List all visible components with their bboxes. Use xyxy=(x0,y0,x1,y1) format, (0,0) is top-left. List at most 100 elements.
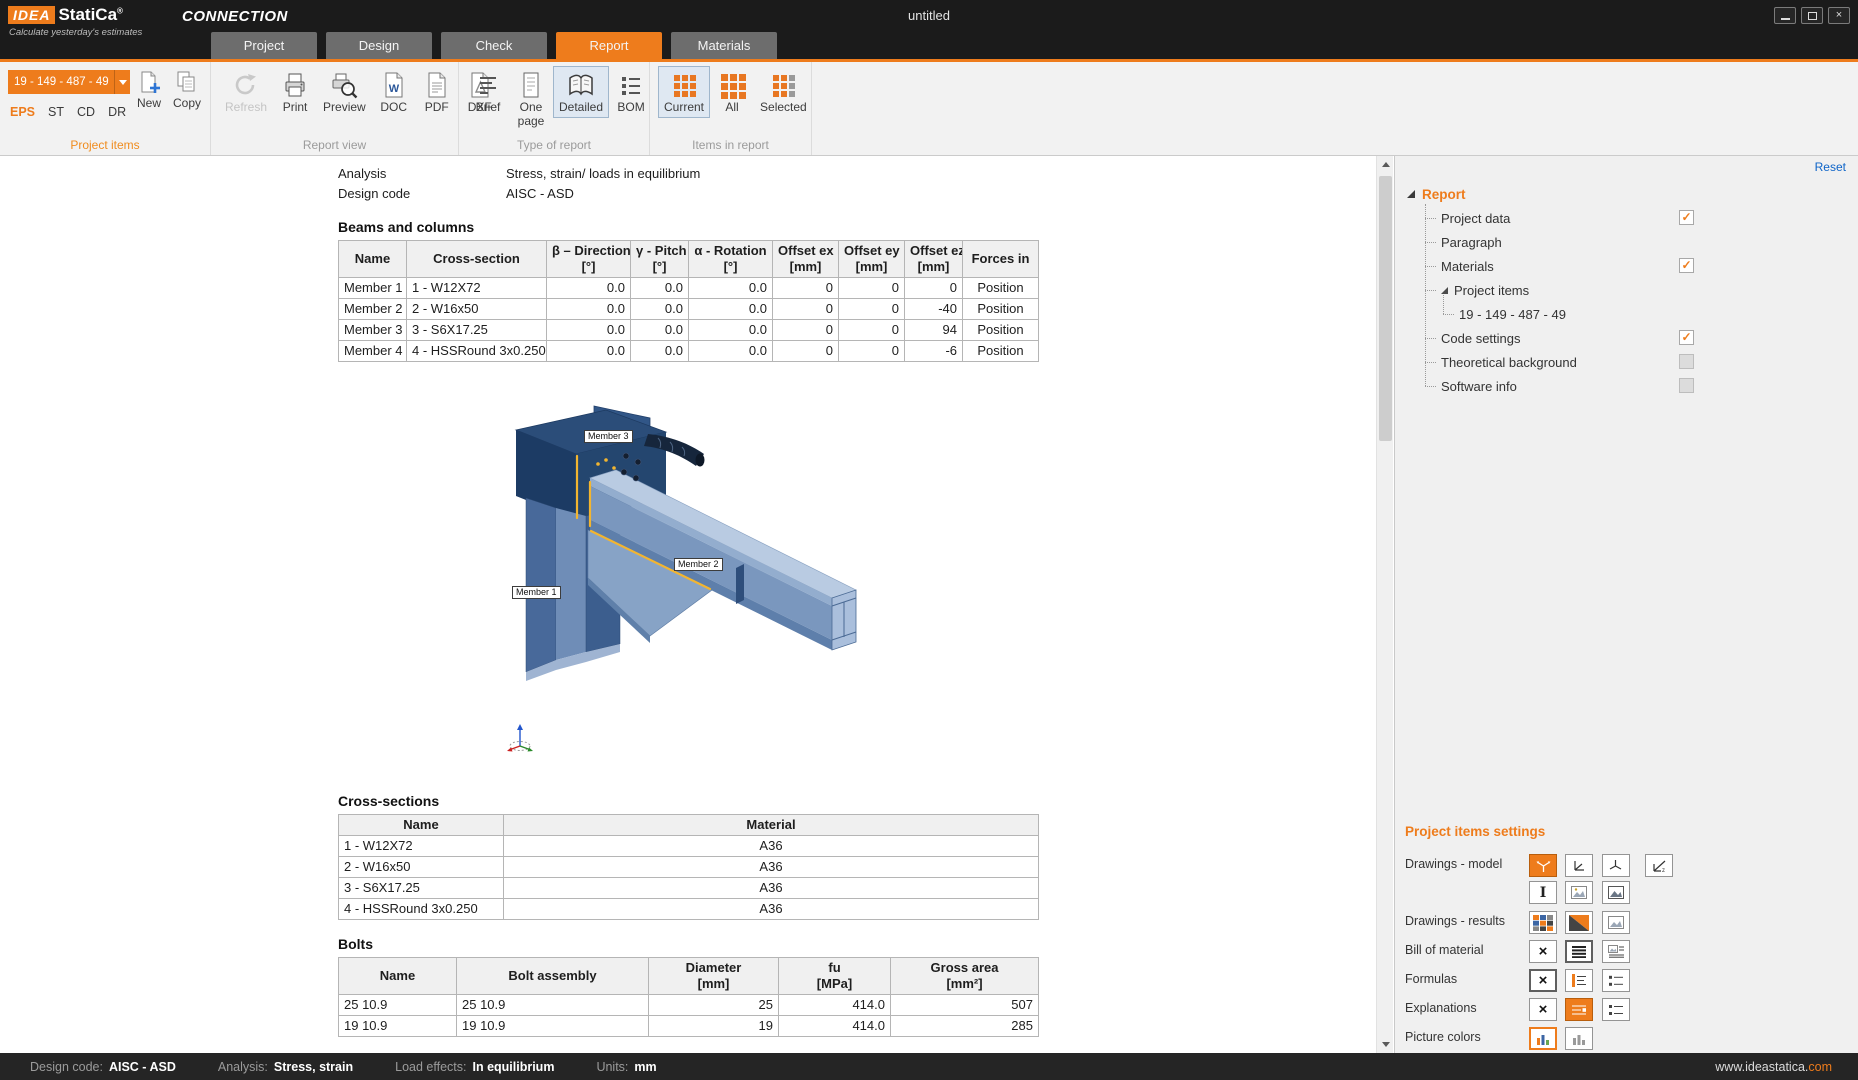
checkbox-checked-icon[interactable] xyxy=(1679,210,1694,225)
preview-button[interactable]: Preview xyxy=(317,66,372,118)
preview-icon xyxy=(329,70,359,100)
colors-chart-gray-icon[interactable] xyxy=(1565,1027,1593,1050)
cell: 0 xyxy=(773,320,839,341)
tab-report[interactable]: Report xyxy=(556,32,662,59)
formulas-short-icon[interactable] xyxy=(1565,969,1593,992)
picture-large-icon[interactable] xyxy=(1602,881,1630,904)
selected-button[interactable]: Selected xyxy=(754,66,813,118)
table-header-row: Name Bolt assembly Diameter[mm] fu[MPa] … xyxy=(339,958,1039,995)
table-row: Member 3 3 - S6X17.25 0.0 0.0 0.0 0 0 94… xyxy=(339,320,1039,341)
cell: 25 10.9 xyxy=(457,995,649,1016)
tree-item-project-items[interactable]: Project items xyxy=(1421,278,1848,302)
reset-link[interactable]: Reset xyxy=(1815,160,1846,174)
table-row: Member 1 1 - W12X72 0.0 0.0 0.0 0 0 0 Po… xyxy=(339,278,1039,299)
cell: Member 4 xyxy=(339,341,407,362)
tab-materials[interactable]: Materials xyxy=(671,32,777,59)
all-button[interactable]: All xyxy=(711,66,753,118)
mode-cd[interactable]: CD xyxy=(77,105,95,119)
cell: 25 xyxy=(649,995,779,1016)
new-document-icon xyxy=(136,69,162,95)
group-project-items: 19 - 149 - 487 - 49 EPS ST CD DR New Cop… xyxy=(0,62,211,155)
mode-dr[interactable]: DR xyxy=(108,105,126,119)
model-view-iso-icon[interactable]: z xyxy=(1645,854,1673,877)
new-button[interactable]: New xyxy=(132,69,166,110)
minimize-icon[interactable] xyxy=(1774,7,1796,24)
explanations-none-icon[interactable]: × xyxy=(1529,998,1557,1021)
all-icon xyxy=(717,70,747,100)
member-label: Member 2 xyxy=(674,558,723,571)
expander-icon[interactable] xyxy=(1407,190,1415,198)
group-type-of-report: Brief One page Detailed BOM Type of repo… xyxy=(459,62,650,155)
tab-check[interactable]: Check xyxy=(441,32,547,59)
checkbox-checked-icon[interactable] xyxy=(1679,330,1694,345)
print-icon xyxy=(280,70,310,100)
tree-item-paragraph[interactable]: Paragraph xyxy=(1421,230,1848,254)
brief-button[interactable]: Brief xyxy=(467,66,509,118)
cell: 0.0 xyxy=(631,320,689,341)
one-page-button[interactable]: One page xyxy=(510,66,552,132)
scroll-up-icon[interactable] xyxy=(1377,156,1394,173)
report-scrollbar[interactable] xyxy=(1376,156,1393,1053)
project-item-selector[interactable]: 19 - 149 - 487 - 49 xyxy=(8,70,130,94)
doc-button[interactable]: W DOC xyxy=(373,66,415,118)
tree-item-theoretical-background[interactable]: Theoretical background xyxy=(1421,350,1848,374)
steel-connection-rendering xyxy=(498,400,898,763)
table-row: 3 - S6X17.25A36 xyxy=(339,878,1039,899)
refresh-button[interactable]: Refresh xyxy=(219,66,273,118)
bom-button[interactable]: BOM xyxy=(610,66,652,118)
model-view-top-icon[interactable] xyxy=(1602,854,1630,877)
table-row: 25 10.9 25 10.9 25 414.0 507 xyxy=(339,995,1039,1016)
app-window: IDEA StatiCa® Calculate yesterday's esti… xyxy=(0,0,1858,1080)
info-label: Design code xyxy=(338,186,506,201)
copy-button[interactable]: Copy xyxy=(170,69,204,110)
project-items-settings-heading: Project items settings xyxy=(1405,824,1545,839)
tab-design[interactable]: Design xyxy=(326,32,432,59)
results-split-icon[interactable] xyxy=(1565,911,1593,934)
explanations-list-icon[interactable] xyxy=(1602,998,1630,1021)
bom-none-icon[interactable]: × xyxy=(1529,940,1557,963)
formulas-none-icon[interactable]: × xyxy=(1529,969,1557,992)
tree-item-report[interactable]: Report xyxy=(1407,182,1848,206)
dimension-lines-icon[interactable]: I xyxy=(1529,881,1557,904)
col-header: Name xyxy=(339,241,407,278)
app-tagline: Calculate yesterday's estimates xyxy=(9,27,142,38)
results-picture-icon[interactable] xyxy=(1602,911,1630,934)
tree-item-project-data[interactable]: Project data xyxy=(1421,206,1848,230)
bom-picture-list-icon[interactable] xyxy=(1602,940,1630,963)
tab-project[interactable]: Project xyxy=(211,32,317,59)
tree-item-code-settings[interactable]: Code settings xyxy=(1421,326,1848,350)
website-link[interactable]: www.ideastatica.com xyxy=(1715,1060,1832,1074)
mode-st[interactable]: ST xyxy=(48,105,64,119)
cell: 4 - HSSRound 3x0.250 xyxy=(407,341,547,362)
formulas-full-icon[interactable] xyxy=(1602,969,1630,992)
checkbox-unchecked-icon[interactable] xyxy=(1679,378,1694,393)
results-colored-grid-icon[interactable] xyxy=(1529,911,1557,934)
tree-item-software-info[interactable]: Software info xyxy=(1421,374,1848,398)
explanations-on-icon[interactable] xyxy=(1565,998,1593,1021)
model-view-front-icon[interactable] xyxy=(1565,854,1593,877)
checkbox-unchecked-icon[interactable] xyxy=(1679,354,1694,369)
dropdown-arrow-icon[interactable] xyxy=(114,70,130,94)
picture-icon[interactable] xyxy=(1565,881,1593,904)
model-axonometry-icon[interactable] xyxy=(1529,854,1557,877)
col-header: Offset ey[mm] xyxy=(839,241,905,278)
report-settings-panel: Reset Report Project data Paragraph Mate… xyxy=(1394,156,1858,1053)
print-button[interactable]: Print xyxy=(274,66,316,118)
checkbox-checked-icon[interactable] xyxy=(1679,258,1694,273)
mode-eps[interactable]: EPS xyxy=(10,105,35,119)
maximize-icon[interactable] xyxy=(1801,7,1823,24)
scrollbar-thumb[interactable] xyxy=(1379,176,1392,441)
close-icon[interactable]: × xyxy=(1828,7,1850,24)
cell: Position xyxy=(963,299,1039,320)
scroll-down-icon[interactable] xyxy=(1377,1036,1394,1053)
tree-item-materials[interactable]: Materials xyxy=(1421,254,1848,278)
pdf-button[interactable]: PDF xyxy=(416,66,458,118)
detailed-button[interactable]: Detailed xyxy=(553,66,609,118)
col-header: Material xyxy=(504,815,1039,836)
bom-list-icon[interactable] xyxy=(1565,940,1593,963)
svg-text:z: z xyxy=(1662,868,1665,873)
current-button[interactable]: Current xyxy=(658,66,710,118)
colors-chart-color-icon[interactable] xyxy=(1529,1027,1557,1050)
expander-icon[interactable] xyxy=(1441,287,1448,294)
tree-item-project-item-19-149-487-49[interactable]: 19 - 149 - 487 - 49 xyxy=(1421,302,1848,326)
